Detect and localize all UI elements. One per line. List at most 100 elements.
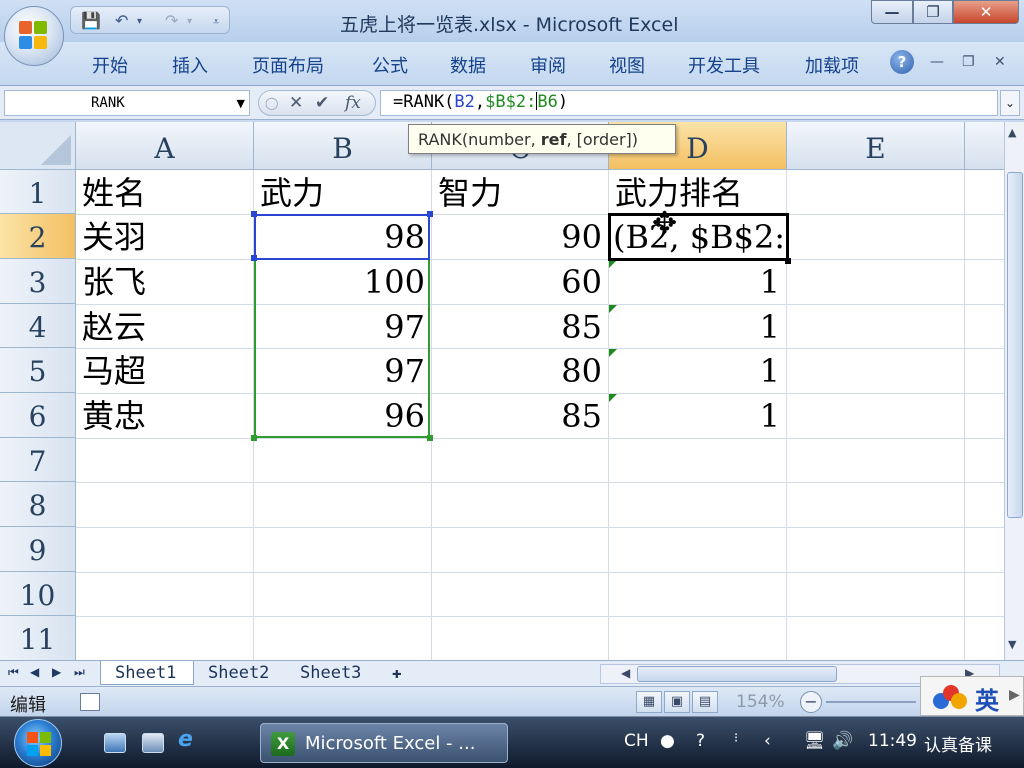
volume-icon[interactable]: 🔊 xyxy=(832,731,853,751)
page-layout-view-icon[interactable]: ▣ xyxy=(664,691,690,713)
taskbar-excel-button[interactable]: X Microsoft Excel - ... xyxy=(260,723,508,763)
error-indicator-icon[interactable] xyxy=(609,394,617,402)
name-box[interactable]: RANK ▼ xyxy=(4,90,250,116)
tab-review[interactable]: 审阅 xyxy=(530,52,566,78)
ime-tray-icon[interactable]: ● xyxy=(660,731,675,751)
help-icon[interactable]: ? xyxy=(890,50,914,74)
sheet-tab-sheet2[interactable]: Sheet2 xyxy=(196,661,286,685)
select-all-button[interactable] xyxy=(0,122,76,170)
sheet-tab-sheet3[interactable]: Sheet3 xyxy=(290,661,380,685)
column-header-f[interactable] xyxy=(965,122,1004,170)
insert-sheet-icon[interactable]: ✚ xyxy=(392,661,422,685)
row-header-5[interactable]: 5 xyxy=(0,348,76,393)
first-sheet-icon[interactable]: ⏮ xyxy=(8,665,19,680)
undo-icon[interactable]: ↶ xyxy=(115,11,128,30)
cell-c1[interactable]: 智力 xyxy=(432,170,608,214)
formula-input[interactable]: =RANK(B2,$B$2:B6) xyxy=(380,90,998,116)
cell-a4[interactable]: 赵云 xyxy=(76,304,253,348)
range-handle[interactable] xyxy=(251,211,257,217)
row-header-10[interactable]: 10 xyxy=(0,572,76,616)
tab-formulas[interactable]: 公式 xyxy=(372,52,408,78)
cell-d3[interactable]: 1 xyxy=(609,259,786,304)
ribbon-minimize-icon[interactable]: — xyxy=(930,54,944,70)
tab-insert[interactable]: 插入 xyxy=(172,52,208,78)
row-header-9[interactable]: 9 xyxy=(0,527,76,572)
tab-view[interactable]: 视图 xyxy=(609,52,645,78)
ribbon-close-icon[interactable]: ✕ xyxy=(994,54,1006,70)
row-header-11[interactable]: 11 xyxy=(0,616,76,660)
ribbon-restore-icon[interactable]: ❐ xyxy=(962,54,975,70)
clock-time[interactable]: 11:49 xyxy=(868,731,917,751)
vertical-scroll-thumb[interactable] xyxy=(1007,172,1023,518)
cell-a2[interactable]: 关羽 xyxy=(76,214,253,259)
row-header-1[interactable]: 1 xyxy=(0,170,76,214)
zoom-out-icon[interactable]: − xyxy=(800,691,822,713)
tab-data[interactable]: 数据 xyxy=(450,52,486,78)
chevron-down-icon[interactable]: ▼ xyxy=(237,97,245,110)
cell-d1[interactable]: 武力排名 xyxy=(609,170,786,214)
redo-dropdown-icon[interactable]: ▾ xyxy=(187,16,192,27)
internet-explorer-icon[interactable]: e xyxy=(178,727,200,752)
horizontal-scroll-thumb[interactable] xyxy=(637,666,837,682)
cell-d6[interactable]: 1 xyxy=(609,393,786,438)
ime-expand-icon[interactable]: ▶ xyxy=(1009,687,1020,703)
expand-icon[interactable]: ◯ xyxy=(265,96,278,110)
cell-a6[interactable]: 黄忠 xyxy=(76,393,253,438)
show-desktop-icon[interactable] xyxy=(104,733,126,753)
office-button[interactable] xyxy=(4,6,64,66)
range-handle[interactable] xyxy=(427,211,433,217)
next-sheet-icon[interactable]: ▶ xyxy=(52,665,61,679)
redo-icon[interactable]: ↷ xyxy=(165,11,178,30)
row-header-8[interactable]: 8 xyxy=(0,482,76,527)
column-header-a[interactable]: A xyxy=(76,122,254,170)
sheet-tab-sheet1[interactable]: Sheet1 xyxy=(100,661,194,685)
tab-add-ins[interactable]: 加载项 xyxy=(805,52,859,78)
normal-view-icon[interactable]: ▦ xyxy=(636,691,662,713)
save-icon[interactable]: 💾 xyxy=(81,11,101,30)
column-header-b[interactable]: B xyxy=(254,122,432,170)
column-header-e[interactable]: E xyxy=(787,122,965,170)
input-language[interactable]: CH xyxy=(624,731,649,751)
minimize-button[interactable]: — xyxy=(871,0,913,24)
cell-b1[interactable]: 武力 xyxy=(254,170,431,214)
row-header-3[interactable]: 3 xyxy=(0,259,76,304)
enter-icon[interactable]: ✔ xyxy=(315,93,329,113)
expand-formula-bar-button[interactable]: ⌄ xyxy=(1000,90,1020,116)
customize-qat-icon[interactable]: ⩡ xyxy=(213,15,219,29)
row-header-6[interactable]: 6 xyxy=(0,393,76,438)
macro-record-icon[interactable] xyxy=(80,693,100,711)
page-break-view-icon[interactable]: ▤ xyxy=(692,691,718,713)
cell-c2[interactable]: 90 xyxy=(432,214,608,259)
cell-c6[interactable]: 85 xyxy=(432,393,608,438)
cell-c5[interactable]: 80 xyxy=(432,348,608,393)
tab-developer[interactable]: 开发工具 xyxy=(688,52,760,78)
show-hidden-icons-icon[interactable]: ‹ xyxy=(764,731,771,751)
tab-home[interactable]: 开始 xyxy=(92,52,128,78)
switch-windows-icon[interactable] xyxy=(142,733,164,753)
cell-d2[interactable]: (B2, $B$2:] xyxy=(611,216,786,258)
cell-a3[interactable]: 张飞 xyxy=(76,259,253,304)
zoom-level[interactable]: 154% xyxy=(736,692,785,712)
cell-d5[interactable]: 1 xyxy=(609,348,786,393)
row-header-7[interactable]: 7 xyxy=(0,438,76,482)
fill-handle[interactable] xyxy=(785,258,791,264)
last-sheet-icon[interactable]: ⏭ xyxy=(74,665,85,680)
start-button[interactable] xyxy=(14,719,62,767)
cell-a5[interactable]: 马超 xyxy=(76,348,253,393)
tray-options-icon[interactable]: ⁝ xyxy=(734,731,738,746)
scroll-down-icon[interactable]: ▼ xyxy=(1008,638,1016,651)
cell-c3[interactable]: 60 xyxy=(432,259,608,304)
help-tray-icon[interactable]: ? xyxy=(696,731,705,751)
error-indicator-icon[interactable] xyxy=(609,260,617,268)
prev-sheet-icon[interactable]: ◀ xyxy=(30,665,39,679)
close-button[interactable]: ✕ xyxy=(953,0,1019,24)
network-icon[interactable]: 🖥 xyxy=(804,731,826,751)
scroll-left-icon[interactable]: ◀ xyxy=(621,666,630,680)
row-header-4[interactable]: 4 xyxy=(0,304,76,348)
scroll-up-icon[interactable]: ▲ xyxy=(1008,126,1016,139)
undo-dropdown-icon[interactable]: ▾ xyxy=(137,16,142,27)
range-handle[interactable] xyxy=(427,435,433,441)
row-header-2[interactable]: 2 xyxy=(0,214,76,259)
range-handle[interactable] xyxy=(251,435,257,441)
worksheet-grid[interactable]: A B C D E 1 2 3 4 5 6 7 8 9 10 11 姓名 武力 … xyxy=(0,122,1004,660)
